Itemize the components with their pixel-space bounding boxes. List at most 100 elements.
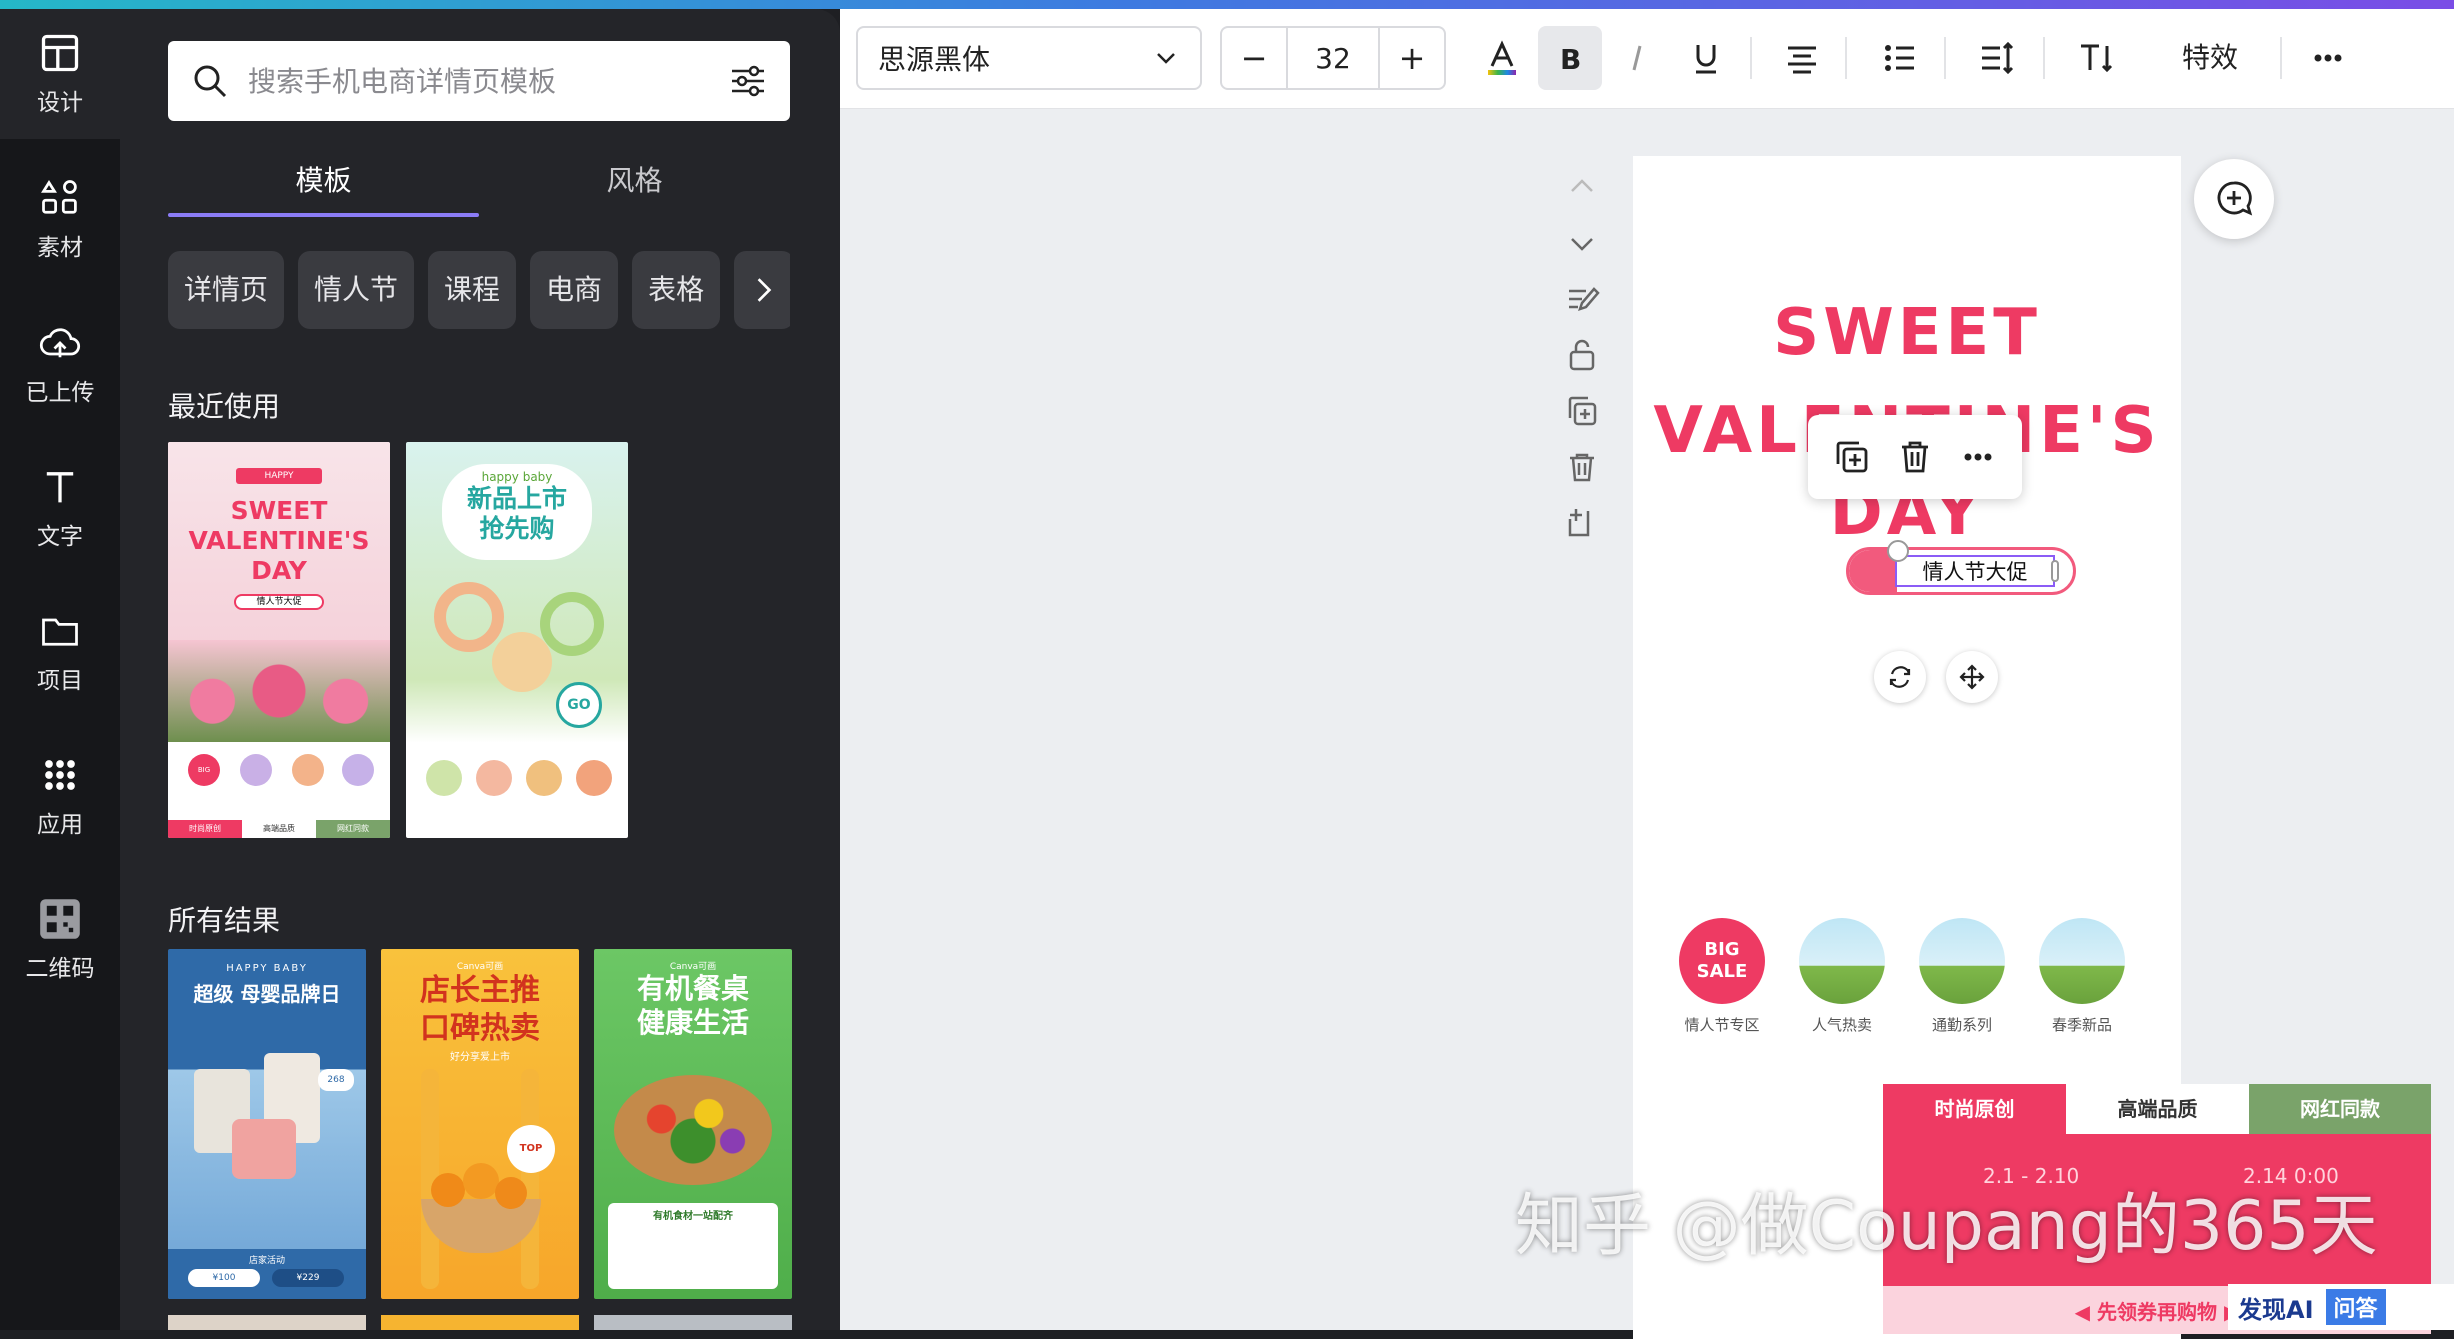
text-orientation-icon	[2081, 44, 2113, 73]
underline-button[interactable]	[1674, 26, 1738, 90]
category-popular[interactable]: 人气热卖	[1797, 918, 1887, 1035]
decrease-font-button[interactable]: −	[1222, 28, 1286, 88]
thumb-line: 好分享爱上市	[450, 1052, 510, 1063]
left-rail: 设计 素材 已上传 文字 项目 应用 二维码	[0, 9, 120, 1330]
site-logo: 发现AI 问答	[2228, 1284, 2454, 1330]
thumb-price: 268	[318, 1069, 354, 1091]
more-options-button[interactable]	[2296, 26, 2360, 90]
recent-title: 最近使用	[168, 390, 281, 423]
comment-button[interactable]	[2194, 159, 2274, 239]
thumb-go: GO	[556, 682, 602, 728]
tab-templates[interactable]: 模板	[168, 151, 479, 223]
category-commute[interactable]: 通勤系列	[1917, 918, 2007, 1035]
category-spring[interactable]: 春季新品	[2037, 918, 2127, 1035]
font-size-value[interactable]: 32	[1286, 28, 1380, 88]
thumb-line: happy baby	[481, 470, 553, 484]
top-gradient-bar	[0, 0, 2454, 9]
rail-label: 二维码	[25, 956, 95, 982]
resize-handle[interactable]	[2051, 560, 2059, 582]
rail-apps[interactable]: 应用	[0, 731, 120, 861]
page-lock-button[interactable]	[1564, 337, 1604, 377]
thumb-band: 网红同款	[316, 820, 390, 838]
category-label: 春季新品	[2051, 1016, 2112, 1034]
folder-icon	[42, 618, 78, 646]
bullet-list-icon	[1885, 45, 1914, 71]
effects-button[interactable]: 特效	[2182, 26, 2238, 90]
template-thumb-store-pick[interactable]: Canva可画 店长主推 口碑热卖 好分享爱上市 TOP	[381, 949, 579, 1299]
rail-design[interactable]: 设计	[0, 9, 120, 139]
move-button[interactable]	[1946, 651, 1998, 703]
text-direction-button[interactable]	[2065, 26, 2129, 90]
toolbar-divider	[1845, 37, 1847, 79]
more-dots-icon[interactable]	[1959, 438, 1997, 476]
chips-next-button[interactable]	[738, 251, 790, 329]
chevron-right-icon	[757, 278, 772, 302]
rail-text[interactable]: 文字	[0, 443, 120, 573]
add-page-button[interactable]	[1564, 505, 1604, 545]
move-arrows-icon	[1959, 664, 1985, 690]
search-input[interactable]	[248, 64, 728, 98]
chip-table[interactable]: 表格	[632, 251, 721, 329]
category-label: 人气热卖	[1811, 1016, 1872, 1034]
toolbar-divider	[1750, 37, 1752, 79]
promo-pill[interactable]: 情人节大促	[1846, 540, 2076, 595]
thumb-big-sale: BIG SALE	[188, 754, 220, 806]
text-color-button[interactable]	[1470, 26, 1534, 90]
band-trending[interactable]: 网红同款	[2249, 1084, 2431, 1134]
font-family-select[interactable]: 思源黑体	[856, 26, 1202, 90]
rotate-button[interactable]	[1874, 651, 1926, 703]
increase-font-button[interactable]: +	[1380, 28, 1444, 88]
canvas-title-line1[interactable]: SWEET	[1633, 296, 2181, 370]
comment-add-icon	[2217, 181, 2253, 216]
page-up-button[interactable]	[1564, 169, 1604, 209]
selected-text-box[interactable]: 情人节大促	[1895, 555, 2055, 587]
resize-handle[interactable]	[1887, 540, 1909, 562]
category-valentine[interactable]: BIG SALE 情人节专区	[1677, 918, 1767, 1035]
page-delete-button[interactable]	[1564, 449, 1604, 489]
rail-elements[interactable]: 素材	[0, 154, 120, 284]
rail-label: 设计	[37, 90, 83, 116]
thumb-happy: HAPPY	[236, 468, 322, 484]
chip-course[interactable]: 课程	[428, 251, 517, 329]
watermark-text: 知乎 @做Coupang的365天	[1515, 1187, 2378, 1266]
rail-label: 已上传	[25, 380, 95, 406]
rail-projects[interactable]: 项目	[0, 587, 120, 717]
page-side-tools	[1564, 169, 1604, 561]
page-duplicate-button[interactable]	[1564, 393, 1604, 433]
band-quality[interactable]: 高端品质	[2066, 1084, 2249, 1134]
template-thumb-valentine[interactable]: HAPPY SWEET VALENTINE'S DAY 情人节大促 BIG SA…	[168, 442, 390, 838]
rail-qr-code[interactable]: 二维码	[0, 875, 120, 1005]
spacing-button[interactable]	[1966, 26, 2030, 90]
filter-icon[interactable]	[728, 61, 768, 101]
chip-ecommerce[interactable]: 电商	[530, 251, 619, 329]
tab-styles[interactable]: 风格	[479, 151, 790, 223]
page-notes-button[interactable]	[1564, 281, 1604, 321]
bold-button[interactable]: B	[1538, 26, 1602, 90]
duplicate-icon[interactable]	[1833, 438, 1871, 476]
trash-icon[interactable]	[1896, 438, 1934, 476]
bold-icon: B	[1560, 43, 1581, 76]
underline-icon	[1696, 45, 1716, 74]
chip-detail-page[interactable]: 详情页	[168, 251, 285, 329]
font-size-stepper: − 32 +	[1220, 26, 1446, 90]
line-spacing-icon	[1982, 41, 2014, 75]
search-box[interactable]	[168, 41, 790, 121]
editor-area: 思源黑体 − 32 + B 特效 SWEET DAY BIG SALE 情人节专…	[840, 9, 2454, 1339]
thumb-line: 口碑热卖	[420, 1011, 540, 1046]
template-thumb-organic[interactable]: Canva可画 有机餐桌 健康生活 有机食材一站配齐	[594, 949, 792, 1299]
list-button[interactable]	[1868, 26, 1932, 90]
thumb-line: 抢先购	[479, 514, 555, 543]
band-original[interactable]: 时尚原创	[1883, 1084, 2066, 1134]
template-thumb-baby[interactable]: happy baby 新品上市 抢先购 GO	[406, 442, 628, 838]
edit-notes-icon	[1569, 287, 1600, 311]
category-label: 通勤系列	[1931, 1016, 1992, 1034]
cloud-upload-icon	[39, 328, 80, 358]
rail-uploads[interactable]: 已上传	[0, 299, 120, 429]
thumb-line: HAPPY BABY	[226, 963, 308, 974]
layout-icon	[41, 34, 79, 72]
page-down-button[interactable]	[1564, 225, 1604, 265]
italic-button[interactable]	[1606, 26, 1670, 90]
template-thumb-baby-brand[interactable]: HAPPY BABY 超级 母婴品牌日 268 店家活动 ¥100 ¥229	[168, 949, 366, 1299]
align-center-button[interactable]	[1770, 26, 1834, 90]
chip-valentines[interactable]: 情人节	[298, 251, 415, 329]
